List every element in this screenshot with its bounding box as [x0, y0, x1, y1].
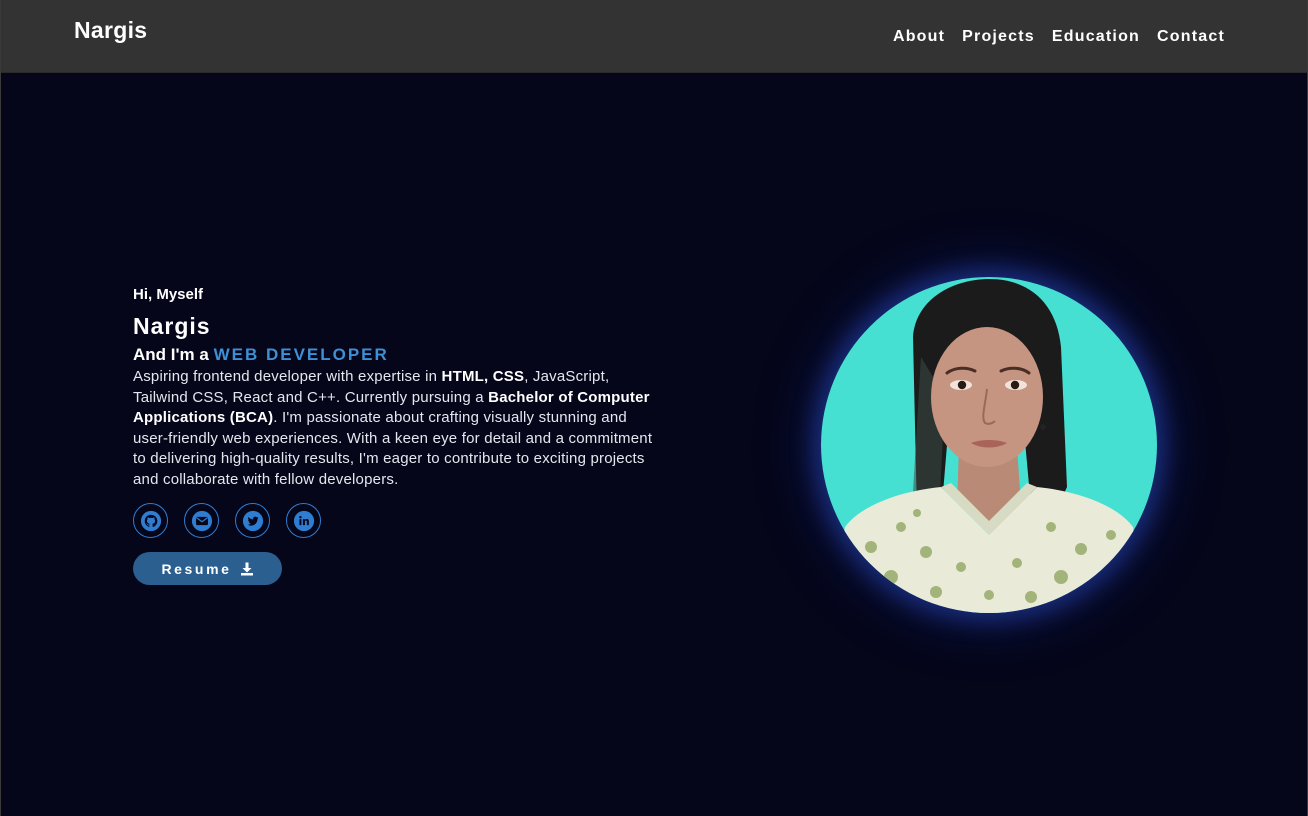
download-icon [240, 562, 253, 575]
nav-link-education[interactable]: Education [1052, 28, 1140, 46]
greeting: Hi, Myself [133, 286, 204, 303]
profile-photo-image [821, 277, 1157, 613]
hero-name: Nargis [133, 313, 211, 339]
social-links [133, 503, 673, 538]
bio-text-1: Aspiring frontend developer with experti… [133, 368, 442, 385]
linkedin-icon [293, 510, 314, 531]
page: Nargis About Projects Education Contact … [0, 0, 1308, 816]
resume-button[interactable]: Resume [133, 552, 282, 585]
nav-link-projects[interactable]: Projects [962, 28, 1035, 46]
email-icon [191, 510, 212, 531]
role-line: And I'm a WEB DEVELOPER [133, 345, 673, 365]
nav-link-contact[interactable]: Contact [1157, 28, 1225, 46]
twitter-link[interactable] [235, 503, 270, 538]
linkedin-link[interactable] [286, 503, 321, 538]
role-prefix: And I'm a [133, 345, 214, 364]
navbar: Nargis About Projects Education Contact [1, 0, 1307, 73]
bio-paragraph: Aspiring frontend developer with experti… [133, 367, 663, 490]
brand-logo[interactable]: Nargis [74, 17, 147, 44]
nav-links: About Projects Education Contact [893, 28, 1225, 46]
hero-intro: Hi, Myself Nargis And I'm a WEB DEVELOPE… [133, 286, 673, 585]
twitter-icon [242, 510, 263, 531]
nav-link-about[interactable]: About [893, 28, 945, 46]
profile-photo [821, 277, 1157, 613]
github-icon [140, 510, 161, 531]
role-highlight: WEB DEVELOPER [213, 345, 389, 364]
email-link[interactable] [184, 503, 219, 538]
bio-bold-1: HTML, CSS [441, 368, 525, 385]
resume-label: Resume [161, 560, 232, 577]
github-link[interactable] [133, 503, 168, 538]
